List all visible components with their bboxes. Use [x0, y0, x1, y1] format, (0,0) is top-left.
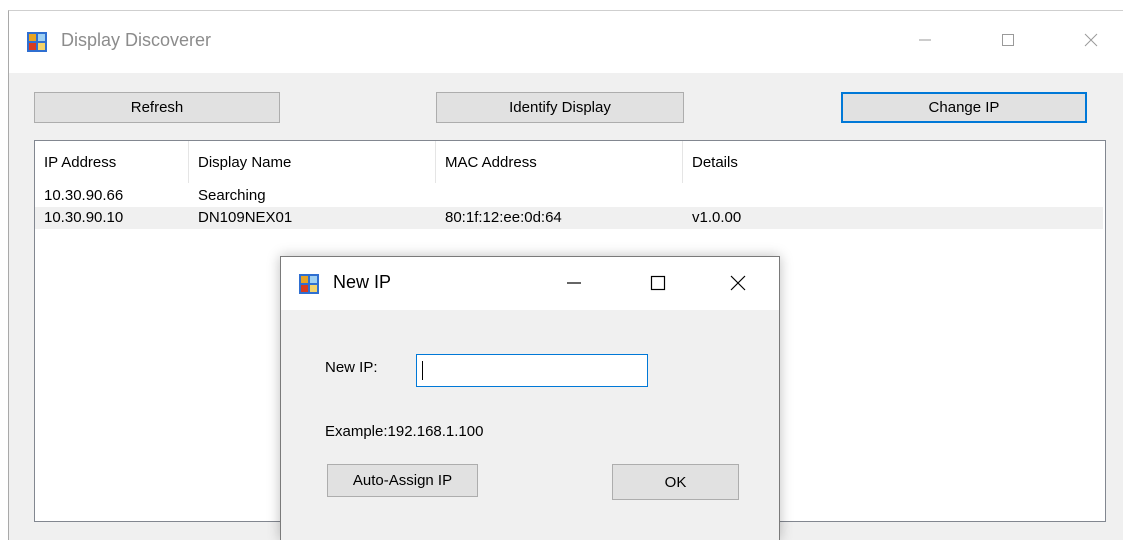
minimize-button[interactable] — [902, 21, 948, 63]
table-row-selected[interactable]: 10.30.90.10 DN109NEX01 80:1f:12:ee:0d:64… — [35, 207, 1103, 229]
cell-ip-address: 10.30.90.10 — [44, 209, 124, 226]
column-header-details[interactable]: Details — [683, 141, 1103, 183]
new-ip-dialog: New IP New IP: Example:192.168.1.100 Aut… — [280, 256, 780, 540]
dialog-title: New IP — [333, 272, 392, 292]
auto-assign-ip-button[interactable]: Auto-Assign IP — [327, 464, 478, 497]
change-ip-button[interactable]: Change IP — [841, 92, 1087, 123]
dialog-minimize-button[interactable] — [551, 264, 597, 306]
text-caret — [422, 361, 423, 380]
new-ip-label: New IP: — [325, 359, 378, 376]
dialog-maximize-button[interactable] — [635, 264, 681, 306]
minimize-icon — [917, 32, 933, 53]
minimize-icon — [565, 274, 583, 297]
new-ip-input[interactable] — [416, 354, 648, 387]
column-header-display-name[interactable]: Display Name — [189, 141, 436, 183]
column-header-ip-address[interactable]: IP Address — [35, 141, 189, 183]
dialog-title-bar[interactable]: New IP — [281, 257, 779, 310]
table-row[interactable]: 10.30.90.66 Searching — [35, 185, 1103, 207]
app-icon — [299, 274, 319, 294]
close-icon — [1083, 32, 1099, 53]
window-title: Display Discoverer — [61, 30, 212, 50]
app-icon — [27, 32, 47, 52]
cell-ip-address: 10.30.90.66 — [44, 187, 124, 204]
dialog-close-button[interactable] — [715, 264, 761, 306]
column-header-mac-address[interactable]: MAC Address — [436, 141, 683, 183]
ok-button[interactable]: OK — [612, 464, 739, 500]
maximize-button[interactable] — [985, 21, 1031, 63]
cell-display-name: Searching — [198, 187, 266, 204]
identify-display-button[interactable]: Identify Display — [436, 92, 684, 123]
cell-display-name: DN109NEX01 — [198, 209, 293, 226]
cell-mac-address: 80:1f:12:ee:0d:64 — [445, 209, 562, 226]
maximize-icon — [649, 274, 667, 297]
example-hint: Example:192.168.1.100 — [325, 423, 484, 440]
close-icon — [729, 274, 747, 297]
title-bar[interactable]: Display Discoverer — [9, 11, 1123, 73]
refresh-button[interactable]: Refresh — [34, 92, 280, 123]
maximize-icon — [1000, 32, 1016, 53]
cell-details: v1.0.00 — [692, 209, 742, 226]
close-button[interactable] — [1068, 21, 1114, 63]
